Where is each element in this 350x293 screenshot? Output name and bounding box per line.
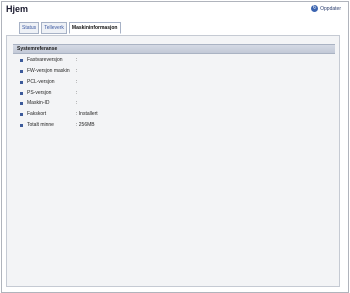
row-label: Totalt minne bbox=[27, 122, 54, 128]
info-row-total-memory: Totalt minne : 256MB bbox=[20, 121, 95, 129]
square-bullet-icon bbox=[20, 58, 23, 62]
row-value: : bbox=[76, 90, 78, 96]
tab-telleverk[interactable]: Telleverk bbox=[41, 22, 67, 34]
row-value: : bbox=[76, 57, 78, 63]
info-row-fax-card: Fakskort : Installert bbox=[20, 110, 98, 118]
square-bullet-icon bbox=[20, 123, 23, 127]
square-bullet-icon bbox=[20, 91, 23, 95]
tab-status[interactable]: Status bbox=[19, 22, 40, 34]
row-label: Fakskort bbox=[27, 111, 47, 117]
row-value: : bbox=[76, 100, 78, 106]
row-value: : bbox=[76, 68, 78, 74]
tab-maskininformasjon[interactable]: Maskininformasjon bbox=[68, 22, 121, 34]
square-bullet-icon bbox=[20, 69, 23, 73]
row-label: Fastvareversjon bbox=[27, 57, 63, 63]
page-title: Hjem bbox=[6, 4, 29, 14]
section-header: Systemreferanse bbox=[13, 44, 335, 54]
square-bullet-icon bbox=[20, 112, 23, 116]
info-row-pcl: PCL-versjon : bbox=[20, 78, 77, 86]
info-row-machine-id: Maskin-ID : bbox=[20, 99, 77, 107]
row-label: PS-versjon bbox=[27, 90, 52, 96]
refresh-icon: ↻ bbox=[311, 5, 319, 12]
row-label: Maskin-ID bbox=[27, 100, 50, 106]
info-row-firmware: Fastvareversjon : bbox=[20, 56, 77, 64]
refresh-label: Oppdater bbox=[320, 5, 341, 12]
row-value: : bbox=[76, 79, 78, 85]
tab-bar: Status Telleverk Maskininformasjon bbox=[19, 22, 121, 34]
info-row-fw-machine: FW-versjon maskin : bbox=[20, 67, 77, 75]
row-label: PCL-versjon bbox=[27, 79, 55, 85]
refresh-button[interactable]: ↻ Oppdater bbox=[311, 5, 341, 12]
row-value: : Installert bbox=[76, 111, 98, 117]
info-row-ps: PS-versjon : bbox=[20, 89, 77, 97]
square-bullet-icon bbox=[20, 101, 23, 105]
row-label: FW-versjon maskin bbox=[27, 68, 70, 74]
row-value: : 256MB bbox=[76, 122, 95, 128]
square-bullet-icon bbox=[20, 80, 23, 84]
